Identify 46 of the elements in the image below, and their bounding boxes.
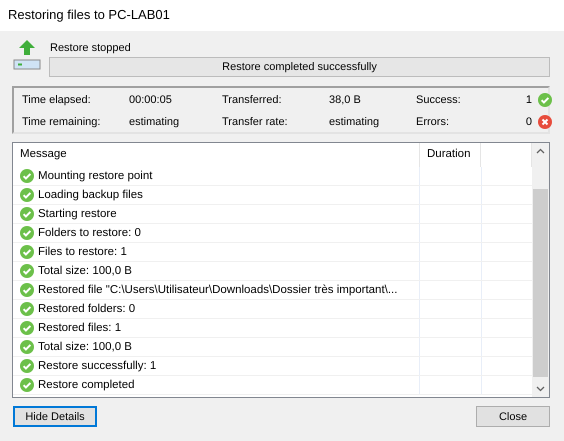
success-icon — [20, 245, 34, 259]
log-message: Files to restore: 1 — [38, 246, 127, 258]
log-message: Starting restore — [38, 208, 117, 220]
stat-label: Transferred: — [222, 94, 283, 106]
success-icon — [538, 92, 552, 106]
success-icon — [20, 169, 34, 183]
log-message: Total size: 100,0 B — [38, 341, 132, 353]
stat-value: 38,0 B — [329, 94, 362, 106]
success-icon — [20, 359, 34, 373]
stat-value: estimating — [129, 116, 180, 128]
stat-label: Transfer rate: — [222, 116, 289, 128]
stat-value: 1 — [524, 94, 532, 106]
log-message: Restored files: 1 — [38, 322, 122, 334]
success-icon — [20, 302, 34, 316]
success-icon — [20, 378, 34, 392]
window-title: Restoring files to PC-LAB01 — [8, 7, 170, 22]
success-icon — [20, 264, 34, 278]
log-message: Restored folders: 0 — [38, 303, 136, 315]
log-message: Folders to restore: 0 — [38, 227, 141, 239]
success-icon — [20, 321, 34, 335]
restore-icon — [13, 40, 41, 70]
hide-details-button[interactable]: Hide Details — [13, 406, 97, 427]
success-icon — [20, 207, 34, 221]
stat-label: Time remaining: — [22, 116, 102, 128]
stat-label: Success: — [416, 94, 462, 106]
stat-label: Errors: — [416, 116, 450, 128]
log-message: Restore completed — [38, 379, 135, 391]
stat-label: Time elapsed: — [22, 94, 92, 106]
success-icon — [20, 340, 34, 354]
log-message: Restored file "C:\Users\Utilisateur\Downloads\Dossier très important\... — [38, 284, 398, 296]
log-message: Restore successfully: 1 — [38, 360, 156, 372]
stat-value: 0 — [524, 116, 532, 128]
column-header[interactable]: Duration — [427, 148, 470, 160]
close-button[interactable]: Close — [476, 406, 550, 427]
error-icon — [538, 114, 552, 128]
log-message: Total size: 100,0 B — [38, 265, 132, 277]
log-message: Mounting restore point — [38, 170, 152, 182]
success-icon — [20, 188, 34, 202]
success-icon — [20, 283, 34, 297]
status-label: Restore stopped — [49, 41, 132, 56]
stat-value: estimating — [329, 116, 380, 128]
success-icon — [20, 226, 34, 240]
column-header[interactable]: Message — [20, 148, 67, 160]
log-message: Loading backup files — [38, 189, 143, 201]
scrollbar[interactable] — [532, 143, 549, 397]
stat-value: 00:00:05 — [129, 94, 173, 106]
